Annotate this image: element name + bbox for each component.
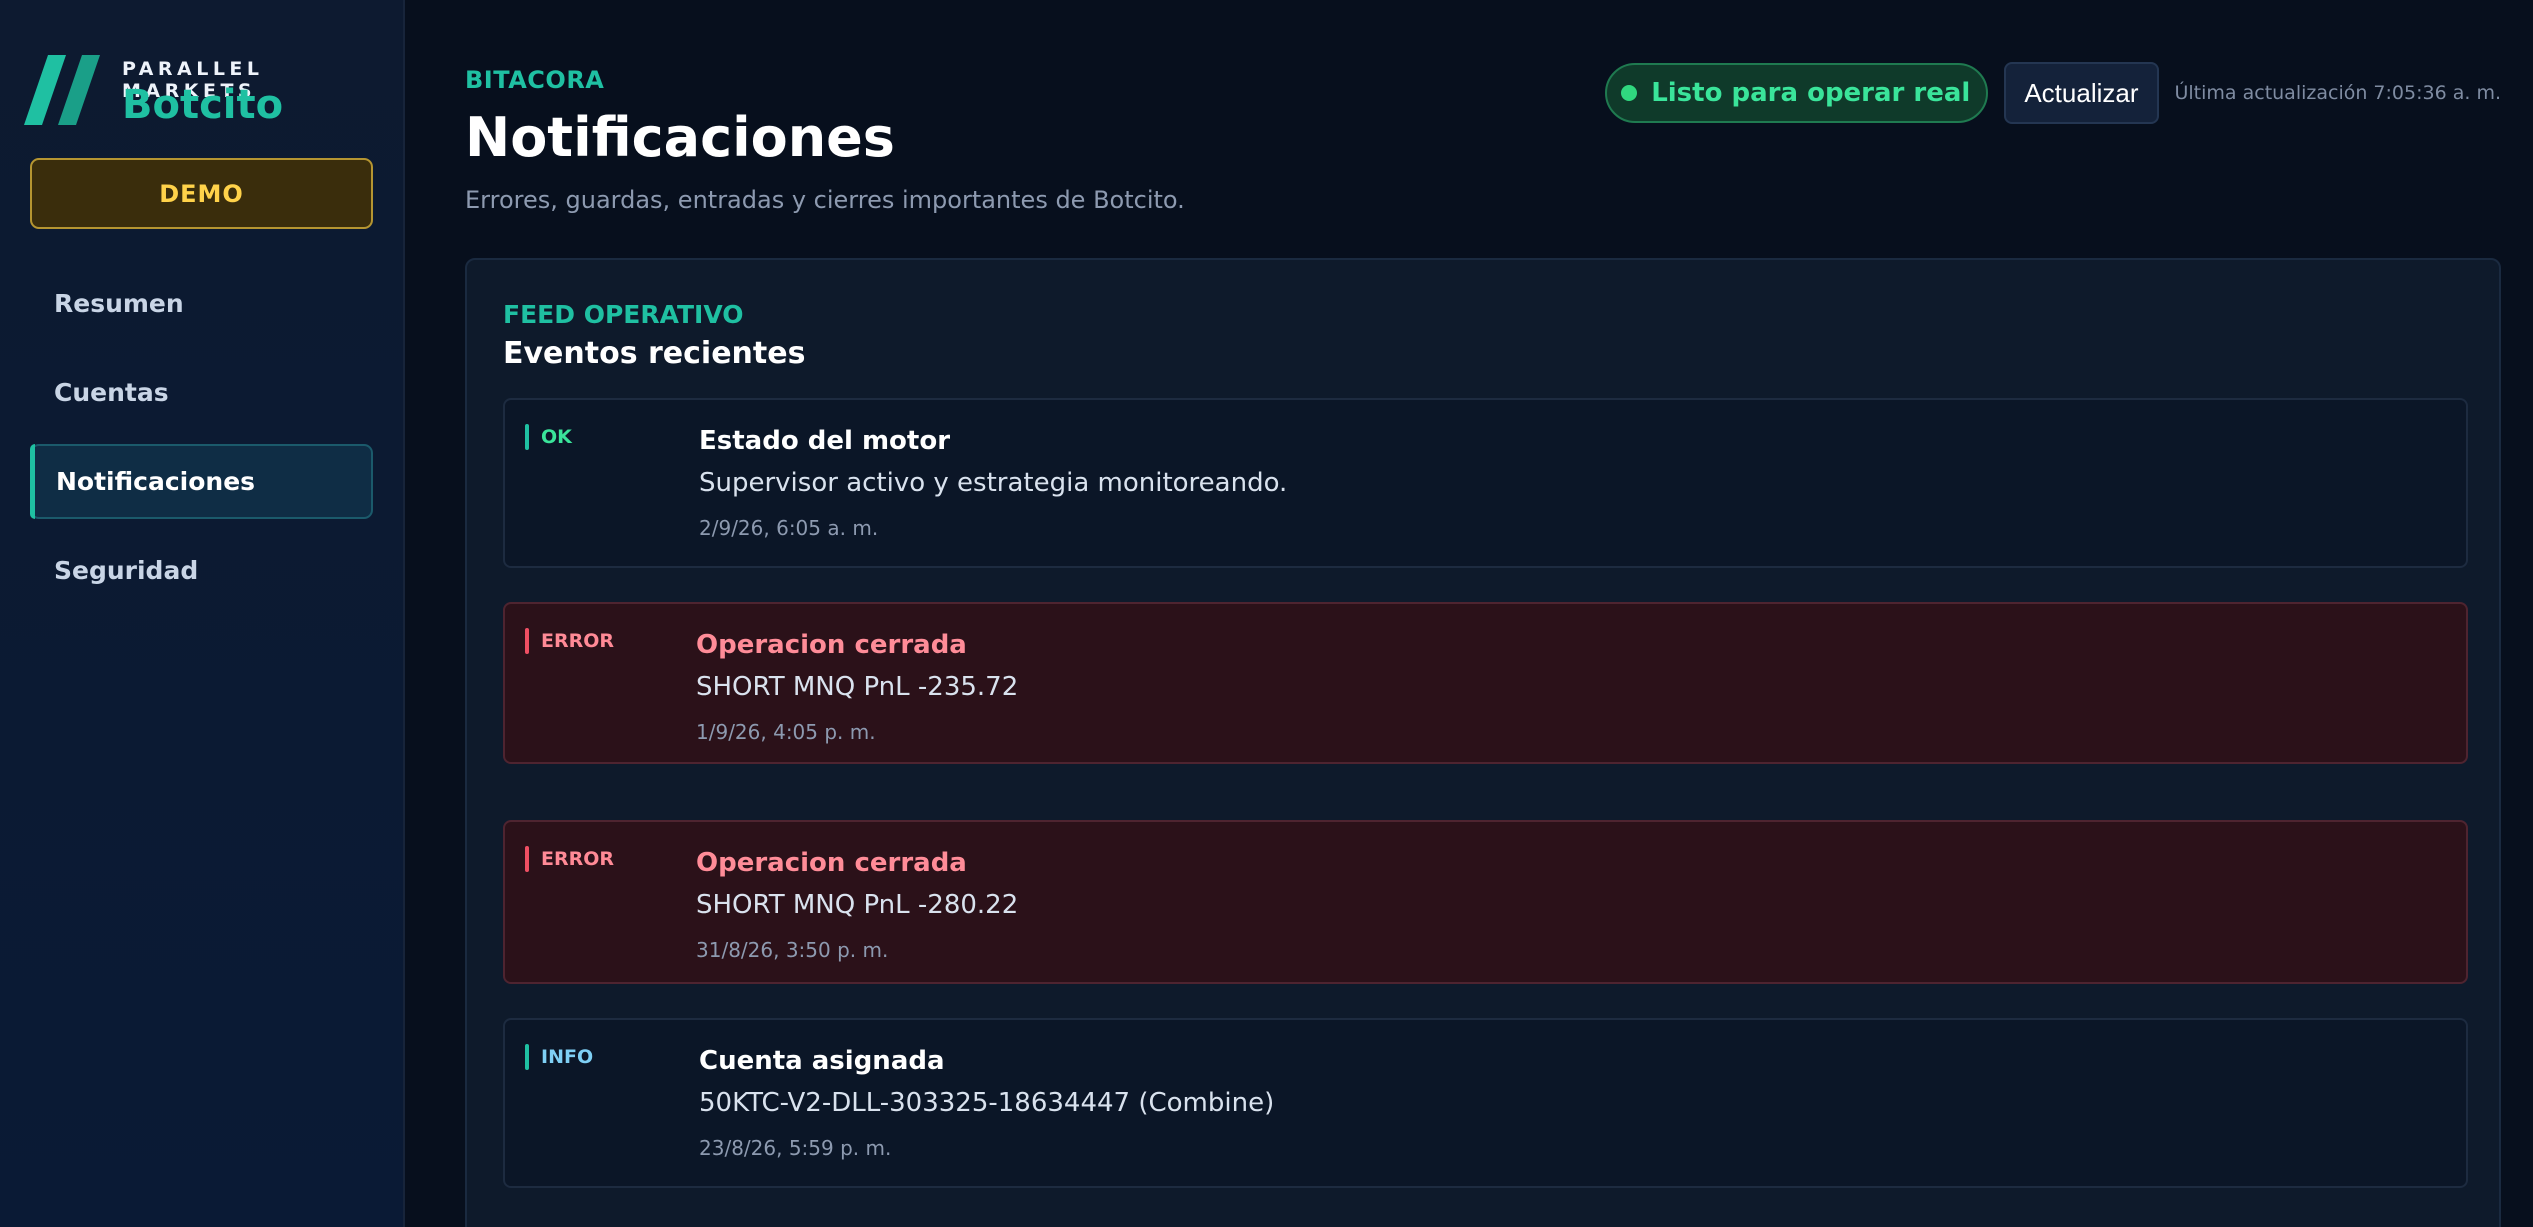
sidebar-item-label: Cuentas: [54, 378, 169, 407]
event-message: SHORT MNQ PnL -235.72: [696, 672, 1019, 702]
event-timestamp: 1/9/26, 4:05 p. m.: [696, 720, 876, 744]
event-item[interactable]: OK Estado del motor Supervisor activo y …: [503, 398, 2468, 568]
event-message: Supervisor activo y estrategia monitorea…: [699, 468, 1288, 498]
status-label: Listo para operar real: [1651, 78, 1971, 108]
event-timestamp: 2/9/26, 6:05 a. m.: [699, 516, 879, 540]
status-badge: Listo para operar real: [1605, 63, 1989, 123]
status-dot-icon: [1621, 85, 1638, 101]
event-item[interactable]: ERROR Operacion cerrada SHORT MNQ PnL -2…: [503, 820, 2468, 984]
feed-title: Eventos recientes: [503, 336, 806, 371]
event-timestamp: 23/8/26, 5:59 p. m.: [699, 1136, 892, 1160]
sidebar-item-label: Notificaciones: [56, 467, 256, 496]
sidebar-item-resumen[interactable]: Resumen: [30, 266, 373, 341]
page-title: Notificaciones: [465, 106, 895, 169]
event-timestamp: 31/8/26, 3:50 p. m.: [696, 938, 889, 962]
brand-name: Botcito: [122, 82, 284, 128]
sidebar-item-label: Seguridad: [54, 556, 199, 585]
event-title: Operacion cerrada: [696, 848, 967, 878]
event-message: SHORT MNQ PnL -280.22: [696, 890, 1019, 920]
sidebar-item-label: Resumen: [54, 289, 184, 318]
sidebar-item-cuentas[interactable]: Cuentas: [30, 355, 373, 430]
page-eyebrow: BITACORA: [465, 66, 605, 94]
event-item[interactable]: ERROR Operacion cerrada SHORT MNQ PnL -2…: [503, 602, 2468, 764]
event-title: Cuenta asignada: [699, 1046, 945, 1076]
brand[interactable]: PARALLEL MARKETS Botcito: [24, 55, 384, 128]
page-subtitle: Errores, guardas, entradas y cierres imp…: [465, 186, 1185, 214]
refresh-button[interactable]: Actualizar: [2004, 62, 2159, 124]
demo-mode-badge[interactable]: DEMO: [30, 158, 373, 229]
sidebar-nav: Resumen Cuentas Notificaciones Seguridad: [30, 266, 373, 622]
event-level-tag: INFO: [525, 1044, 593, 1070]
event-level-tag: ERROR: [525, 846, 614, 872]
event-message: 50KTC-V2-DLL-303325-18634447 (Combine): [699, 1088, 1275, 1118]
event-level-tag: ERROR: [525, 628, 614, 654]
sidebar: PARALLEL MARKETS Botcito DEMO Resumen Cu…: [0, 0, 405, 1227]
event-title: Estado del motor: [699, 426, 951, 456]
event-title: Operacion cerrada: [696, 630, 967, 660]
sidebar-item-notificaciones[interactable]: Notificaciones: [30, 444, 373, 519]
feed-eyebrow: FEED OPERATIVO: [503, 300, 744, 329]
parallel-markets-logo-icon: [24, 55, 100, 125]
main-content: BITACORA Notificaciones Errores, guardas…: [405, 0, 2533, 1227]
event-item[interactable]: INFO Cuenta asignada 50KTC-V2-DLL-303325…: [503, 1018, 2468, 1188]
last-update-timestamp: Última actualización 7:05:36 a. m.: [2174, 82, 2502, 104]
events-feed-card: FEED OPERATIVO Eventos recientes OK Esta…: [465, 258, 2501, 1227]
header-actions: Listo para operar real Actualizar Última…: [1605, 62, 2501, 124]
sidebar-item-seguridad[interactable]: Seguridad: [30, 533, 373, 608]
event-level-tag: OK: [525, 424, 572, 450]
